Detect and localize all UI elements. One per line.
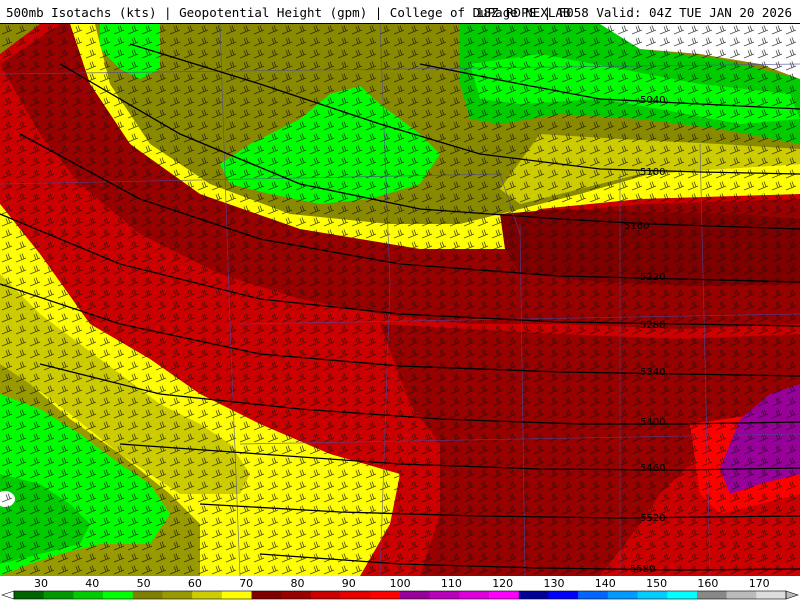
colorbar-tick-label: 70	[239, 577, 253, 590]
colorbar-swatch	[251, 591, 282, 599]
colorbar-swatch	[489, 591, 520, 599]
colorbar-swatch	[607, 591, 638, 599]
colorbar-tick-label: 140	[595, 577, 616, 590]
colorbar-tick-label: 170	[749, 577, 770, 590]
contour-5280-label: 5280	[640, 320, 665, 331]
colorbar-tick-label: 30	[34, 577, 48, 590]
contour-5160-label: 5160	[624, 221, 649, 232]
colorbar-swatch	[518, 591, 549, 599]
colorbar-swatch	[192, 591, 223, 599]
colorbar-tick-label: 120	[492, 577, 513, 590]
contour-5040-label: 5040	[640, 95, 665, 106]
model-run-label: 18Z RDPS | F058 Valid: 04Z TUE JAN 20 20…	[475, 5, 792, 20]
colorbar-tick-label: 80	[291, 577, 305, 590]
colorbar-swatch	[103, 591, 134, 599]
contour-5340-label: 5340	[640, 367, 665, 378]
contour-5400-label: 5400	[640, 417, 665, 428]
contour-5520-label: 5520	[640, 513, 665, 524]
colorbar-swatch	[459, 591, 490, 599]
colorbar-left-arrow	[1, 590, 15, 600]
colorbar-swatch	[14, 591, 44, 599]
colorbar-tick-label: 150	[646, 577, 667, 590]
map-header: 500mb Isotachs (kts) | Geopotential Heig…	[0, 0, 800, 24]
colorbar-swatch	[73, 591, 104, 599]
colorbar-swatch	[221, 591, 252, 599]
contour-5100-label: 5100	[640, 167, 665, 178]
map-canvas: 5040 5100 5160 5220 5280 5340 5400 5460 …	[0, 24, 800, 576]
colorbar-tick-label: 110	[441, 577, 462, 590]
colorbar-swatch	[429, 591, 460, 599]
colorbar-swatch	[696, 591, 727, 599]
colorbar-tick-label: 40	[85, 577, 99, 590]
colorbar-canvas: 30 40 50 60 70 80 90 100 110 120 130 140 150 160 170	[1, 577, 799, 600]
colorbar-swatch	[340, 591, 371, 599]
colorbar-tick-label: 60	[188, 577, 202, 590]
colorbar-right-arrow	[785, 590, 799, 600]
colorbar-tick-label: 90	[342, 577, 356, 590]
colorbar-swatch	[400, 591, 430, 599]
colorbar-swatch	[548, 591, 579, 599]
colorbar-swatch	[667, 591, 698, 599]
colorbar-tick-label: 50	[137, 577, 151, 590]
isotach-colorbar: 30 40 50 60 70 80 90 100 110 120 130 140 150 160 170	[0, 576, 800, 600]
colorbar-tick-label: 160	[697, 577, 718, 590]
colorbar-swatch	[281, 591, 312, 599]
colorbar-swatch	[370, 591, 401, 599]
colorbar-swatch	[43, 591, 74, 599]
colorbar-swatch	[162, 591, 193, 599]
colorbar-swatch	[637, 591, 668, 599]
colorbar-swatch	[726, 591, 757, 599]
colorbar-tick-label: 130	[544, 577, 565, 590]
wind-barbs	[0, 24, 800, 576]
contour-5580-label: 5580	[630, 564, 655, 575]
colorbar-swatch	[756, 591, 787, 599]
contour-5220-label: 5220	[640, 272, 665, 283]
colorbar-swatch	[578, 591, 609, 599]
isotach-map: 5040 5100 5160 5220 5280 5340 5400 5460 …	[0, 24, 800, 576]
colorbar-swatch	[132, 591, 163, 599]
colorbar-tick-label: 100	[390, 577, 411, 590]
contour-5460-label: 5460	[640, 463, 665, 474]
colorbar-swatch	[310, 591, 341, 599]
